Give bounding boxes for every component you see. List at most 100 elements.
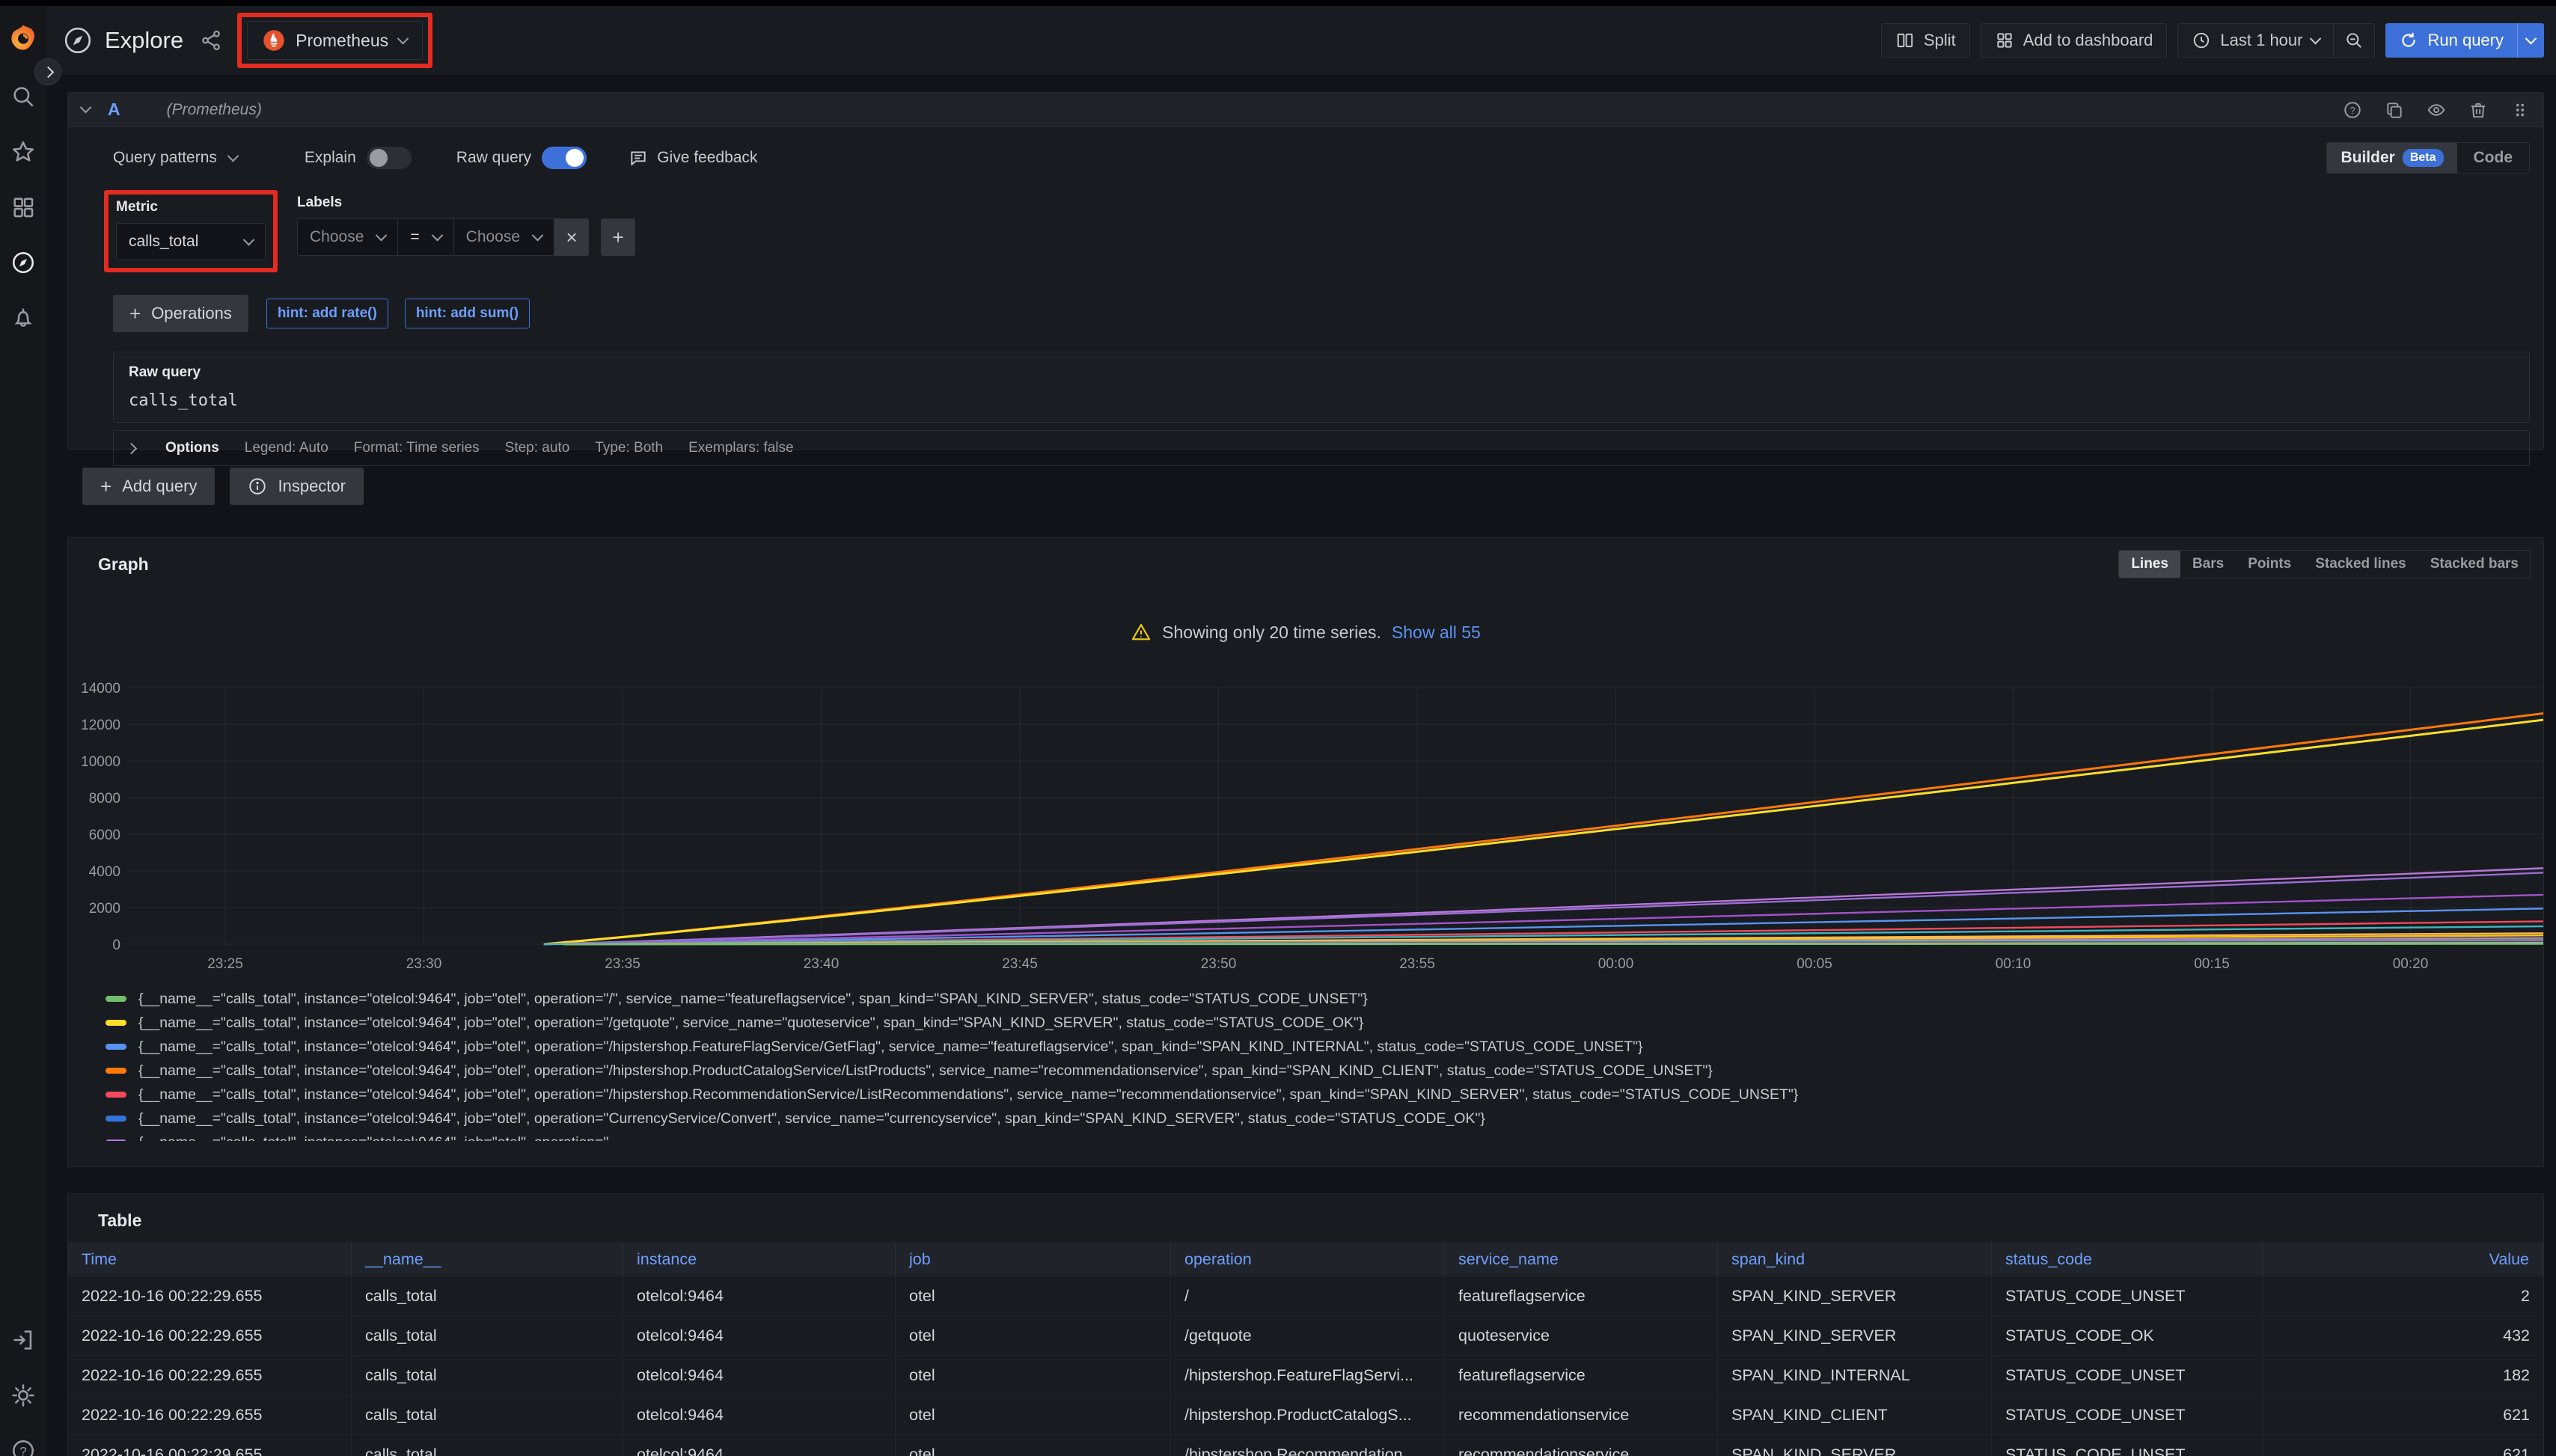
table-cell: otelcol:9464 [623, 1395, 896, 1434]
warning-text: Showing only 20 time series. [1162, 623, 1381, 643]
options-label: Options [165, 440, 219, 456]
legend-item[interactable]: {__name__="calls_total", instance="otelc… [106, 1011, 2530, 1035]
query-option-summary: Format: Time series [354, 440, 480, 456]
explain-toggle[interactable] [367, 147, 412, 169]
table-column-header-value[interactable]: Value [2263, 1242, 2543, 1276]
add-label-button[interactable]: + [601, 218, 635, 256]
label-value-select[interactable]: Choose [454, 218, 554, 256]
show-all-series-link[interactable]: Show all 55 [1392, 623, 1481, 643]
grafana-logo[interactable] [0, 6, 46, 69]
query-help-icon[interactable]: ? [2343, 100, 2362, 120]
settings-gear-icon[interactable] [0, 1368, 46, 1423]
raw-query-toggle[interactable] [542, 147, 587, 169]
zoom-out-button[interactable] [2334, 23, 2375, 58]
table-column-header-time[interactable]: Time [68, 1242, 352, 1276]
table-row[interactable]: 2022-10-16 00:22:29.655calls_totalotelco… [68, 1356, 2543, 1395]
graph-mode-bars[interactable]: Bars [2180, 551, 2236, 578]
svg-text:00:20: 00:20 [2393, 956, 2429, 972]
table-column-header-spankind[interactable]: span_kind [1718, 1242, 1992, 1276]
chevron-down-icon [397, 32, 409, 44]
table-cell: 621 [2263, 1395, 2543, 1434]
top-black-strip [0, 0, 2556, 6]
prometheus-logo [263, 29, 285, 52]
table-cell: recommendationservice [1445, 1435, 1718, 1456]
duplicate-query-icon[interactable] [2385, 100, 2404, 120]
legend-item[interactable]: {__name__="calls_total", instance="otelc… [106, 1107, 2530, 1131]
metric-select[interactable]: calls_total [116, 223, 266, 260]
table-column-header-operation[interactable]: operation [1171, 1242, 1445, 1276]
time-series-chart[interactable]: 0200040006000800010000120001400023:2523:… [68, 669, 2544, 979]
table-cell: 2022-10-16 00:22:29.655 [68, 1395, 352, 1434]
svg-text:00:00: 00:00 [1598, 956, 1634, 972]
query-patterns-label: Query patterns [113, 149, 217, 167]
table-cell: 2022-10-16 00:22:29.655 [68, 1356, 352, 1395]
table-row[interactable]: 2022-10-16 00:22:29.655calls_totalotelco… [68, 1435, 2543, 1456]
add-to-dashboard-button[interactable]: Add to dashboard [1981, 23, 2168, 58]
datasource-picker[interactable]: Prometheus [247, 21, 423, 60]
remove-label-button[interactable]: × [554, 218, 589, 256]
table-row[interactable]: 2022-10-16 00:22:29.655calls_totalotelco… [68, 1395, 2543, 1435]
metric-value: calls_total [129, 233, 198, 251]
table-column-header-job[interactable]: job [896, 1242, 1171, 1276]
delete-query-trash-icon[interactable] [2468, 100, 2488, 120]
inspector-button[interactable]: Inspector [230, 468, 364, 505]
drag-handle-icon[interactable] [2510, 100, 2530, 120]
query-option-summary: Exemplars: false [688, 440, 793, 456]
legend-item[interactable]: {__name__="calls_total", instance="otelc… [106, 1059, 2530, 1083]
run-query-button[interactable]: Run query [2385, 23, 2517, 58]
hide-query-eye-icon[interactable] [2427, 100, 2446, 120]
legend-swatch [106, 996, 126, 1002]
legend-item[interactable]: {__name__="calls_total", instance="otelc… [106, 987, 2530, 1011]
svg-text:14000: 14000 [81, 681, 120, 697]
legend-item[interactable]: {__name__="calls_total", instance="otelc… [106, 1083, 2530, 1107]
datasource-name: Prometheus [296, 31, 388, 51]
add-operation-button[interactable]: + Operations [113, 295, 248, 332]
table-cell: 182 [2263, 1356, 2543, 1395]
expand-sidebar-button[interactable] [34, 58, 61, 85]
label-key-select[interactable]: Choose [297, 218, 398, 256]
table-column-header-statuscode[interactable]: status_code [1992, 1242, 2263, 1276]
chevron-down-icon [532, 229, 544, 241]
query-patterns-dropdown[interactable]: Query patterns [113, 149, 237, 167]
give-feedback-button[interactable]: Give feedback [629, 148, 757, 168]
legend-item[interactable]: {__name__="calls_total", instance="otelc… [106, 1131, 2530, 1141]
add-query-button[interactable]: + Add query [82, 468, 215, 505]
legend-label: {__name__="calls_total", instance="otelc… [138, 1062, 1713, 1080]
share-icon[interactable] [200, 29, 222, 52]
svg-text:23:50: 23:50 [1201, 956, 1237, 972]
split-button[interactable]: Split [1881, 23, 1970, 58]
graph-mode-points[interactable]: Points [2236, 551, 2303, 578]
query-hint-button[interactable]: hint: add rate() [266, 299, 388, 328]
table-column-header-instance[interactable]: instance [623, 1242, 896, 1276]
sign-in-icon[interactable] [0, 1312, 46, 1368]
code-tab[interactable]: Code [2457, 143, 2530, 173]
table-cell: 2022-10-16 00:22:29.655 [68, 1316, 352, 1355]
table-cell: otelcol:9464 [623, 1316, 896, 1355]
query-row-header[interactable]: A (Prometheus) ? [68, 93, 2543, 127]
graph-mode-stacked-bars[interactable]: Stacked bars [2418, 551, 2531, 578]
time-range-picker[interactable]: Last 1 hour [2177, 23, 2334, 58]
table-row[interactable]: 2022-10-16 00:22:29.655calls_totalotelco… [68, 1276, 2543, 1316]
chevron-down-icon [243, 233, 255, 245]
table-cell: STATUS_CODE_OK [1992, 1316, 2263, 1355]
starred-icon[interactable] [0, 124, 46, 180]
table-row[interactable]: 2022-10-16 00:22:29.655calls_totalotelco… [68, 1316, 2543, 1356]
svg-text:?: ? [2349, 104, 2355, 115]
collapse-query-icon[interactable] [80, 102, 92, 114]
table-column-header-name[interactable]: __name__ [352, 1242, 623, 1276]
legend-item[interactable]: {__name__="calls_total", instance="otelc… [106, 1035, 2530, 1059]
label-operator-select[interactable]: = [398, 218, 453, 256]
table-cell: otel [896, 1395, 1171, 1434]
run-query-dropdown[interactable] [2517, 23, 2544, 58]
builder-tab[interactable]: Builder Beta [2327, 143, 2456, 173]
table-column-header-servicename[interactable]: service_name [1445, 1242, 1718, 1276]
graph-mode-stacked-lines[interactable]: Stacked lines [2303, 551, 2418, 578]
alerting-bell-icon[interactable] [0, 290, 46, 346]
query-hint-button[interactable]: hint: add sum() [405, 299, 530, 328]
apps-icon[interactable] [0, 180, 46, 235]
query-options-collapsible[interactable]: Options Legend: AutoFormat: Time seriesS… [113, 430, 2530, 466]
explore-icon[interactable] [0, 235, 46, 290]
graph-mode-lines[interactable]: Lines [2119, 551, 2180, 578]
labels-label: Labels [297, 195, 635, 211]
help-icon[interactable]: ? [0, 1423, 46, 1456]
